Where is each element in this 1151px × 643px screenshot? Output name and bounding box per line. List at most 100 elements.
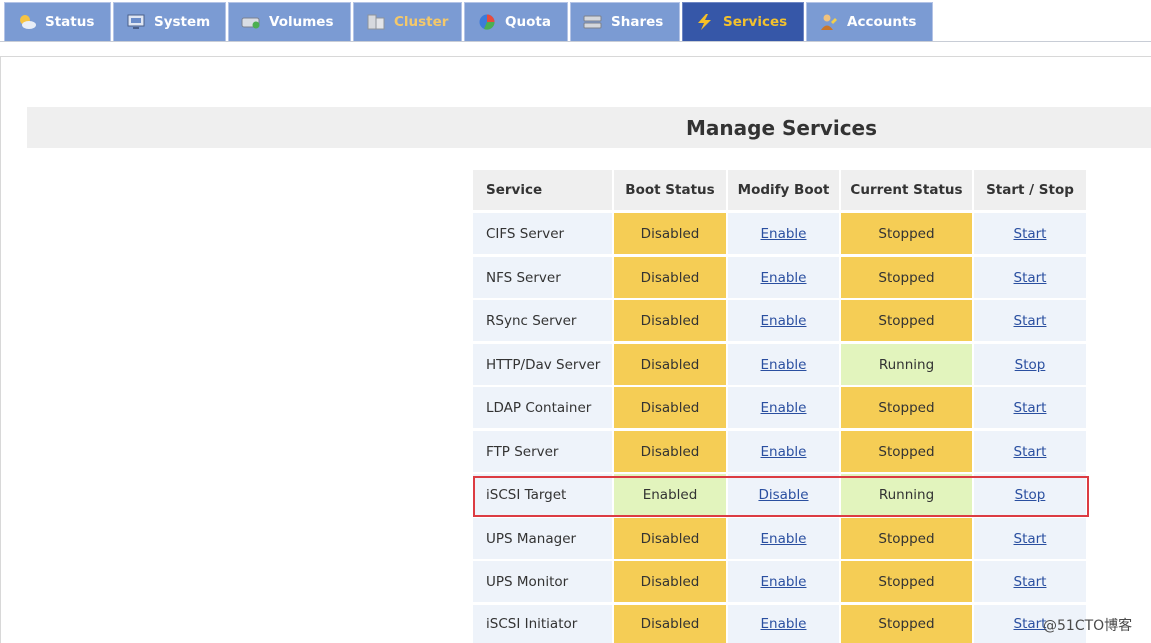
start-stop-cell: Start [974, 213, 1086, 254]
start-stop-cell: Stop [974, 344, 1086, 385]
service-name: RSync Server [473, 300, 612, 341]
boot-status: Disabled [614, 213, 726, 254]
start-stop-cell: Start [974, 300, 1086, 341]
tab-shares[interactable]: Shares [570, 2, 680, 41]
modify-boot-cell: Enable [728, 257, 839, 298]
service-name: HTTP/Dav Server [473, 344, 612, 385]
boot-status: Disabled [614, 605, 726, 643]
current-status: Stopped [841, 213, 972, 254]
service-name: iSCSI Target [473, 474, 612, 515]
start-stop-cell: Start [974, 518, 1086, 559]
stop-link[interactable]: Stop [1015, 357, 1046, 373]
page-title-bar: Manage Services [27, 107, 1151, 148]
tab-label: System [154, 14, 211, 30]
service-name: UPS Monitor [473, 561, 612, 602]
start-link[interactable]: Start [1014, 400, 1047, 416]
tab-label: Volumes [269, 14, 334, 30]
start-link[interactable]: Start [1014, 444, 1047, 460]
service-name: CIFS Server [473, 213, 612, 254]
service-name: UPS Manager [473, 518, 612, 559]
tab-label: Quota [505, 14, 551, 30]
start-link[interactable]: Start [1014, 313, 1047, 329]
enable-link[interactable]: Enable [761, 444, 807, 460]
enable-link[interactable]: Enable [761, 574, 807, 590]
modify-boot-cell: Enable [728, 561, 839, 602]
tab-accounts[interactable]: Accounts [806, 2, 933, 41]
enable-link[interactable]: Enable [761, 357, 807, 373]
boot-status: Disabled [614, 344, 726, 385]
enable-link[interactable]: Enable [761, 531, 807, 547]
start-link[interactable]: Start [1014, 270, 1047, 286]
quota-icon [479, 14, 495, 30]
tab-label: Status [45, 14, 95, 30]
tab-services[interactable]: Services [682, 2, 804, 41]
column-header-boot-status: Boot Status [614, 170, 726, 210]
current-status: Stopped [841, 431, 972, 472]
start-link[interactable]: Start [1014, 574, 1047, 590]
service-name: LDAP Container [473, 387, 612, 428]
boot-status: Disabled [614, 431, 726, 472]
tab-label: Shares [611, 14, 664, 30]
current-status: Stopped [841, 257, 972, 298]
column-header-start-stop: Start / Stop [974, 170, 1086, 210]
start-stop-cell: Start [974, 387, 1086, 428]
stop-link[interactable]: Stop [1015, 487, 1046, 503]
current-status: Running [841, 474, 972, 515]
boot-status: Disabled [614, 387, 726, 428]
modify-boot-cell: Enable [728, 518, 839, 559]
current-status: Stopped [841, 387, 972, 428]
current-status: Stopped [841, 300, 972, 341]
start-link[interactable]: Start [1014, 531, 1047, 547]
service-name: NFS Server [473, 257, 612, 298]
column-header-service: Service [473, 170, 612, 210]
start-link[interactable]: Start [1014, 616, 1047, 632]
tab-system[interactable]: System [113, 2, 226, 41]
modify-boot-cell: Enable [728, 213, 839, 254]
tab-label: Services [723, 14, 788, 30]
modify-boot-cell: Enable [728, 605, 839, 643]
system-icon [127, 14, 145, 29]
boot-status: Disabled [614, 257, 726, 298]
top-navigation: Status System Volumes Cluster Quota Shar… [0, 0, 1151, 42]
current-status: Stopped [841, 518, 972, 559]
lightning-icon [698, 14, 711, 30]
enable-link[interactable]: Enable [761, 400, 807, 416]
tab-status[interactable]: Status [4, 2, 111, 41]
disable-link[interactable]: Disable [758, 487, 808, 503]
tab-label: Accounts [847, 14, 917, 30]
boot-status: Disabled [614, 300, 726, 341]
tab-label: Cluster [394, 14, 449, 30]
service-name: FTP Server [473, 431, 612, 472]
enable-link[interactable]: Enable [761, 313, 807, 329]
start-link[interactable]: Start [1014, 226, 1047, 242]
status-icon [20, 15, 36, 29]
current-status: Stopped [841, 605, 972, 643]
watermark: @51CTO博客 [1043, 618, 1133, 634]
enable-link[interactable]: Enable [761, 270, 807, 286]
page-title: Manage Services [686, 116, 878, 140]
current-status: Stopped [841, 561, 972, 602]
current-status: Running [841, 344, 972, 385]
boot-status: Disabled [614, 518, 726, 559]
start-stop-cell: Start [974, 257, 1086, 298]
column-header-current-status: Current Status [841, 170, 972, 210]
modify-boot-cell: Enable [728, 344, 839, 385]
enable-link[interactable]: Enable [761, 226, 807, 242]
tab-volumes[interactable]: Volumes [228, 2, 351, 41]
start-stop-cell: Start [974, 561, 1086, 602]
volumes-icon [241, 17, 260, 29]
accounts-icon [821, 14, 837, 30]
boot-status: Disabled [614, 561, 726, 602]
modify-boot-cell: Disable [728, 474, 839, 515]
modify-boot-cell: Enable [728, 431, 839, 472]
boot-status: Enabled [614, 474, 726, 515]
service-name: iSCSI Initiator [473, 605, 612, 643]
shares-icon [583, 15, 602, 29]
modify-boot-cell: Enable [728, 300, 839, 341]
start-stop-cell: Stop [974, 474, 1086, 515]
tab-quota[interactable]: Quota [464, 2, 568, 41]
start-stop-cell: Start [974, 431, 1086, 472]
tab-cluster[interactable]: Cluster [353, 2, 462, 41]
enable-link[interactable]: Enable [761, 616, 807, 632]
modify-boot-cell: Enable [728, 387, 839, 428]
